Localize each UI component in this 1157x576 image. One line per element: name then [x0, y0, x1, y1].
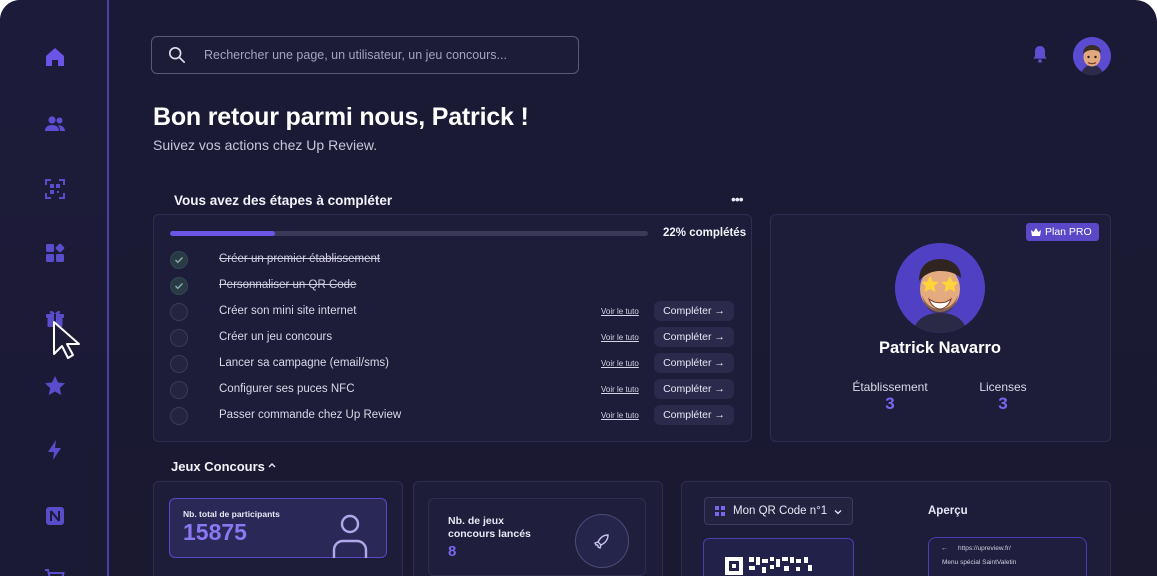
chevron-up-icon[interactable]: [267, 460, 277, 470]
user-avatar-icon[interactable]: [1073, 37, 1111, 75]
complete-button[interactable]: Compléter →: [654, 327, 734, 347]
contests-title[interactable]: Jeux Concours: [171, 459, 265, 474]
search-bar[interactable]: [151, 36, 579, 74]
step-item: Configurer ses puces NFC Voir le tuto Co…: [170, 379, 736, 401]
step-label: Créer un jeu concours: [219, 331, 333, 343]
step-circle: [170, 329, 188, 347]
participants-stat: Nb. total de participants 15875: [169, 498, 387, 558]
nfc-icon[interactable]: [42, 503, 68, 529]
qr-code-image: [703, 538, 854, 576]
preview-menu-text: Menu spécial SaintValetin: [942, 559, 1017, 566]
preview-window: ← https://upreview.fr/ Menu spécial Sain…: [928, 537, 1087, 576]
crown-icon: [1031, 227, 1041, 236]
stat-label: Établissement: [852, 380, 928, 394]
person-icon: [332, 514, 368, 558]
launched-label: Nb. de jeux concours lancés: [448, 515, 531, 540]
progress-bar: [170, 231, 648, 236]
widgets-icon[interactable]: [42, 240, 68, 266]
launched-stat: Nb. de jeux concours lancés 8: [428, 498, 646, 576]
view-tutorial-link[interactable]: Voir le tuto: [601, 411, 639, 420]
complete-button[interactable]: Compléter →: [654, 301, 734, 321]
cart-icon[interactable]: [42, 566, 68, 576]
step-circle: [170, 381, 188, 399]
page-title: Bon retour parmi nous, Patrick !: [153, 103, 529, 131]
sidebar: [0, 0, 109, 576]
participants-value: 15875: [183, 519, 247, 545]
step-label: Passer commande chez Up Review: [219, 409, 402, 421]
step-label: Personnaliser un QR Code: [219, 279, 357, 291]
view-tutorial-link[interactable]: Voir le tuto: [601, 385, 639, 394]
complete-button[interactable]: Compléter →: [654, 405, 734, 425]
search-input[interactable]: [204, 48, 564, 62]
rocket-icon: [575, 514, 629, 568]
preview-url: https://upreview.fr/: [958, 545, 1011, 552]
step-label: Configurer ses puces NFC: [219, 383, 355, 395]
chevron-down-icon: [834, 510, 842, 515]
step-label: Lancer sa campagne (email/sms): [219, 357, 390, 369]
stat-value: 3: [998, 394, 1008, 413]
step-check-icon: [170, 277, 188, 295]
step-label: Créer un premier établissement: [219, 253, 381, 265]
lightning-icon[interactable]: [42, 437, 68, 463]
app-window: Bon retour parmi nous, Patrick ! Suivez …: [0, 0, 1157, 576]
progress-bar-fill: [170, 231, 276, 236]
steps-title: Vous avez des étapes à compléter: [174, 193, 393, 208]
step-item: Lancer sa campagne (email/sms) Voir le t…: [170, 353, 736, 375]
step-item: Créer son mini site internet Voir le tut…: [170, 301, 736, 323]
bell-icon[interactable]: [1030, 44, 1050, 64]
users-icon[interactable]: [42, 111, 68, 137]
qr-code-select[interactable]: Mon QR Code n°1: [704, 497, 853, 525]
qr-select-label: Mon QR Code n°1: [733, 505, 828, 517]
complete-button[interactable]: Compléter →: [654, 353, 734, 373]
back-arrow-icon[interactable]: ←: [941, 545, 948, 552]
view-tutorial-link[interactable]: Voir le tuto: [601, 333, 639, 342]
qr-code-icon[interactable]: [42, 176, 68, 202]
step-circle: [170, 303, 188, 321]
step-item: Créer un premier établissement: [170, 249, 736, 271]
step-item: Personnaliser un QR Code: [170, 275, 736, 297]
search-icon: [168, 46, 186, 64]
step-item: Créer un jeu concours Voir le tuto Compl…: [170, 327, 736, 349]
step-circle: [170, 355, 188, 373]
complete-button[interactable]: Compléter →: [654, 379, 734, 399]
page-subtitle: Suivez vos actions chez Up Review.: [153, 137, 378, 153]
step-check-icon: [170, 251, 188, 269]
step-item: Passer commande chez Up Review Voir le t…: [170, 405, 736, 427]
participants-label: Nb. total de participants: [183, 509, 280, 519]
view-tutorial-link[interactable]: Voir le tuto: [601, 307, 639, 316]
profile-avatar: [895, 243, 985, 333]
qr-small-icon: [715, 506, 725, 516]
step-label: Créer son mini site internet: [219, 305, 357, 317]
preview-title: Aperçu: [928, 505, 968, 517]
stat-value: 3: [885, 394, 895, 413]
more-options-icon[interactable]: •••: [731, 191, 744, 207]
step-circle: [170, 407, 188, 425]
star-icon[interactable]: [42, 373, 68, 399]
plan-badge: Plan PRO: [1026, 223, 1099, 241]
home-icon[interactable]: [42, 44, 68, 70]
profile-name: Patrick Navarro: [879, 339, 1001, 357]
stat-label: Licenses: [979, 380, 1027, 394]
launched-value: 8: [448, 543, 457, 560]
progress-label: 22% complétés: [663, 227, 747, 239]
view-tutorial-link[interactable]: Voir le tuto: [601, 359, 639, 368]
mouse-cursor-icon: [53, 321, 80, 359]
